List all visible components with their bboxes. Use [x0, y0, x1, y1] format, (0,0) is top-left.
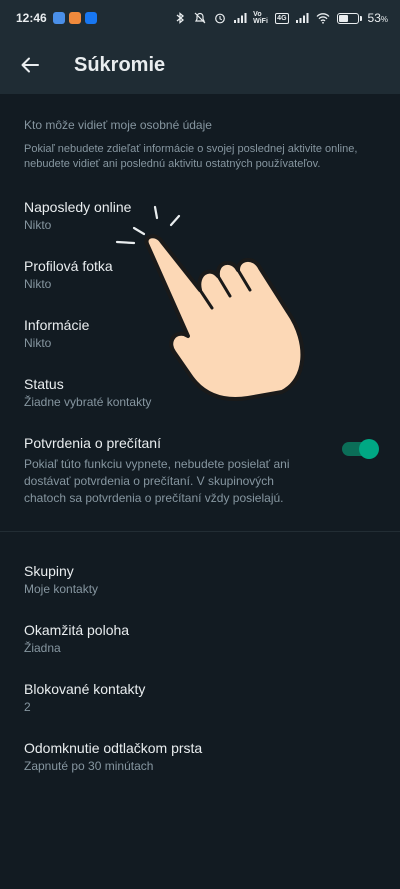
toggle-knob — [359, 439, 379, 459]
status-bar: 12:46 Vo WiFi 4G 53% — [0, 0, 400, 36]
page-title: Súkromie — [74, 53, 166, 76]
app-bar: Súkromie — [0, 36, 400, 94]
setting-live-location[interactable]: Okamžitá poloha Žiadna — [0, 607, 400, 666]
battery-percent-value: 53 — [367, 11, 381, 25]
setting-value: Zapnuté po 30 minútach — [24, 759, 154, 773]
signal-icon-2 — [295, 13, 309, 23]
personal-info-section: Kto môže vidieť moje osobné údaje Pokiaľ… — [0, 94, 400, 527]
arrow-back-icon — [21, 57, 39, 73]
battery-icon — [336, 12, 362, 24]
read-receipts-text: Potvrdenia o prečítaní Pokiaľ túto funkc… — [24, 434, 342, 507]
alarm-icon — [215, 13, 226, 24]
setting-value: Žiadne vybraté kontakty — [24, 395, 152, 409]
setting-label: Blokované kontakty — [24, 681, 146, 697]
setting-last-seen[interactable]: Naposledy online Nikto — [0, 184, 400, 243]
section-divider — [0, 531, 400, 532]
status-time: 12:46 — [16, 11, 47, 25]
signal-icon — [234, 13, 247, 23]
setting-label: Skupiny — [24, 563, 74, 579]
setting-blocked-contacts[interactable]: Blokované kontakty 2 — [0, 666, 400, 725]
other-settings-section: Skupiny Moje kontakty Okamžitá poloha Ži… — [0, 548, 400, 784]
setting-fingerprint-lock[interactable]: Odomknutie odtlačkom prsta Zapnuté po 30… — [0, 725, 400, 784]
setting-label: Profilová fotka — [24, 258, 113, 274]
read-receipts-toggle[interactable] — [342, 439, 379, 459]
setting-label: Status — [24, 376, 64, 392]
setting-label: Okamžitá poloha — [24, 622, 130, 638]
battery-percent: 53% — [367, 11, 388, 25]
network-type-label: 4G — [275, 12, 289, 24]
setting-value: 2 — [24, 700, 31, 714]
setting-value: Nikto — [24, 218, 52, 232]
bell-muted-icon — [194, 12, 206, 24]
wifi-icon — [316, 13, 330, 24]
setting-groups[interactable]: Skupiny Moje kontakty — [0, 548, 400, 607]
setting-label: Naposledy online — [24, 199, 132, 215]
shield-app-icon — [68, 12, 81, 24]
setting-label: Odomknutie odtlačkom prsta — [24, 740, 203, 756]
messages-app-icon — [52, 12, 65, 24]
setting-description: Pokiaľ túto funkciu vypnete, nebudete po… — [24, 457, 290, 505]
setting-about[interactable]: Informácie Nikto — [0, 302, 400, 361]
setting-status[interactable]: Status Žiadne vybraté kontakty — [0, 361, 400, 420]
section-header: Kto môže vidieť moje osobné údaje — [24, 118, 212, 132]
setting-read-receipts[interactable]: Potvrdenia o prečítaní Pokiaľ túto funkc… — [0, 420, 400, 527]
setting-value: Moje kontakty — [24, 582, 99, 596]
section-description: Pokiaľ nebudete zdieľať informácie o svo… — [24, 143, 358, 170]
setting-label: Informácie — [24, 317, 90, 333]
vowifi-label: Vo WiFi — [253, 11, 268, 25]
bluetooth-icon — [176, 12, 185, 24]
setting-value: Nikto — [24, 277, 52, 291]
facebook-app-icon — [84, 12, 97, 24]
back-button[interactable] — [18, 53, 42, 77]
setting-label: Potvrdenia o prečítaní — [24, 435, 161, 451]
setting-profile-photo[interactable]: Profilová fotka Nikto — [0, 243, 400, 302]
setting-value: Nikto — [24, 336, 52, 350]
setting-value: Žiadna — [24, 641, 61, 655]
